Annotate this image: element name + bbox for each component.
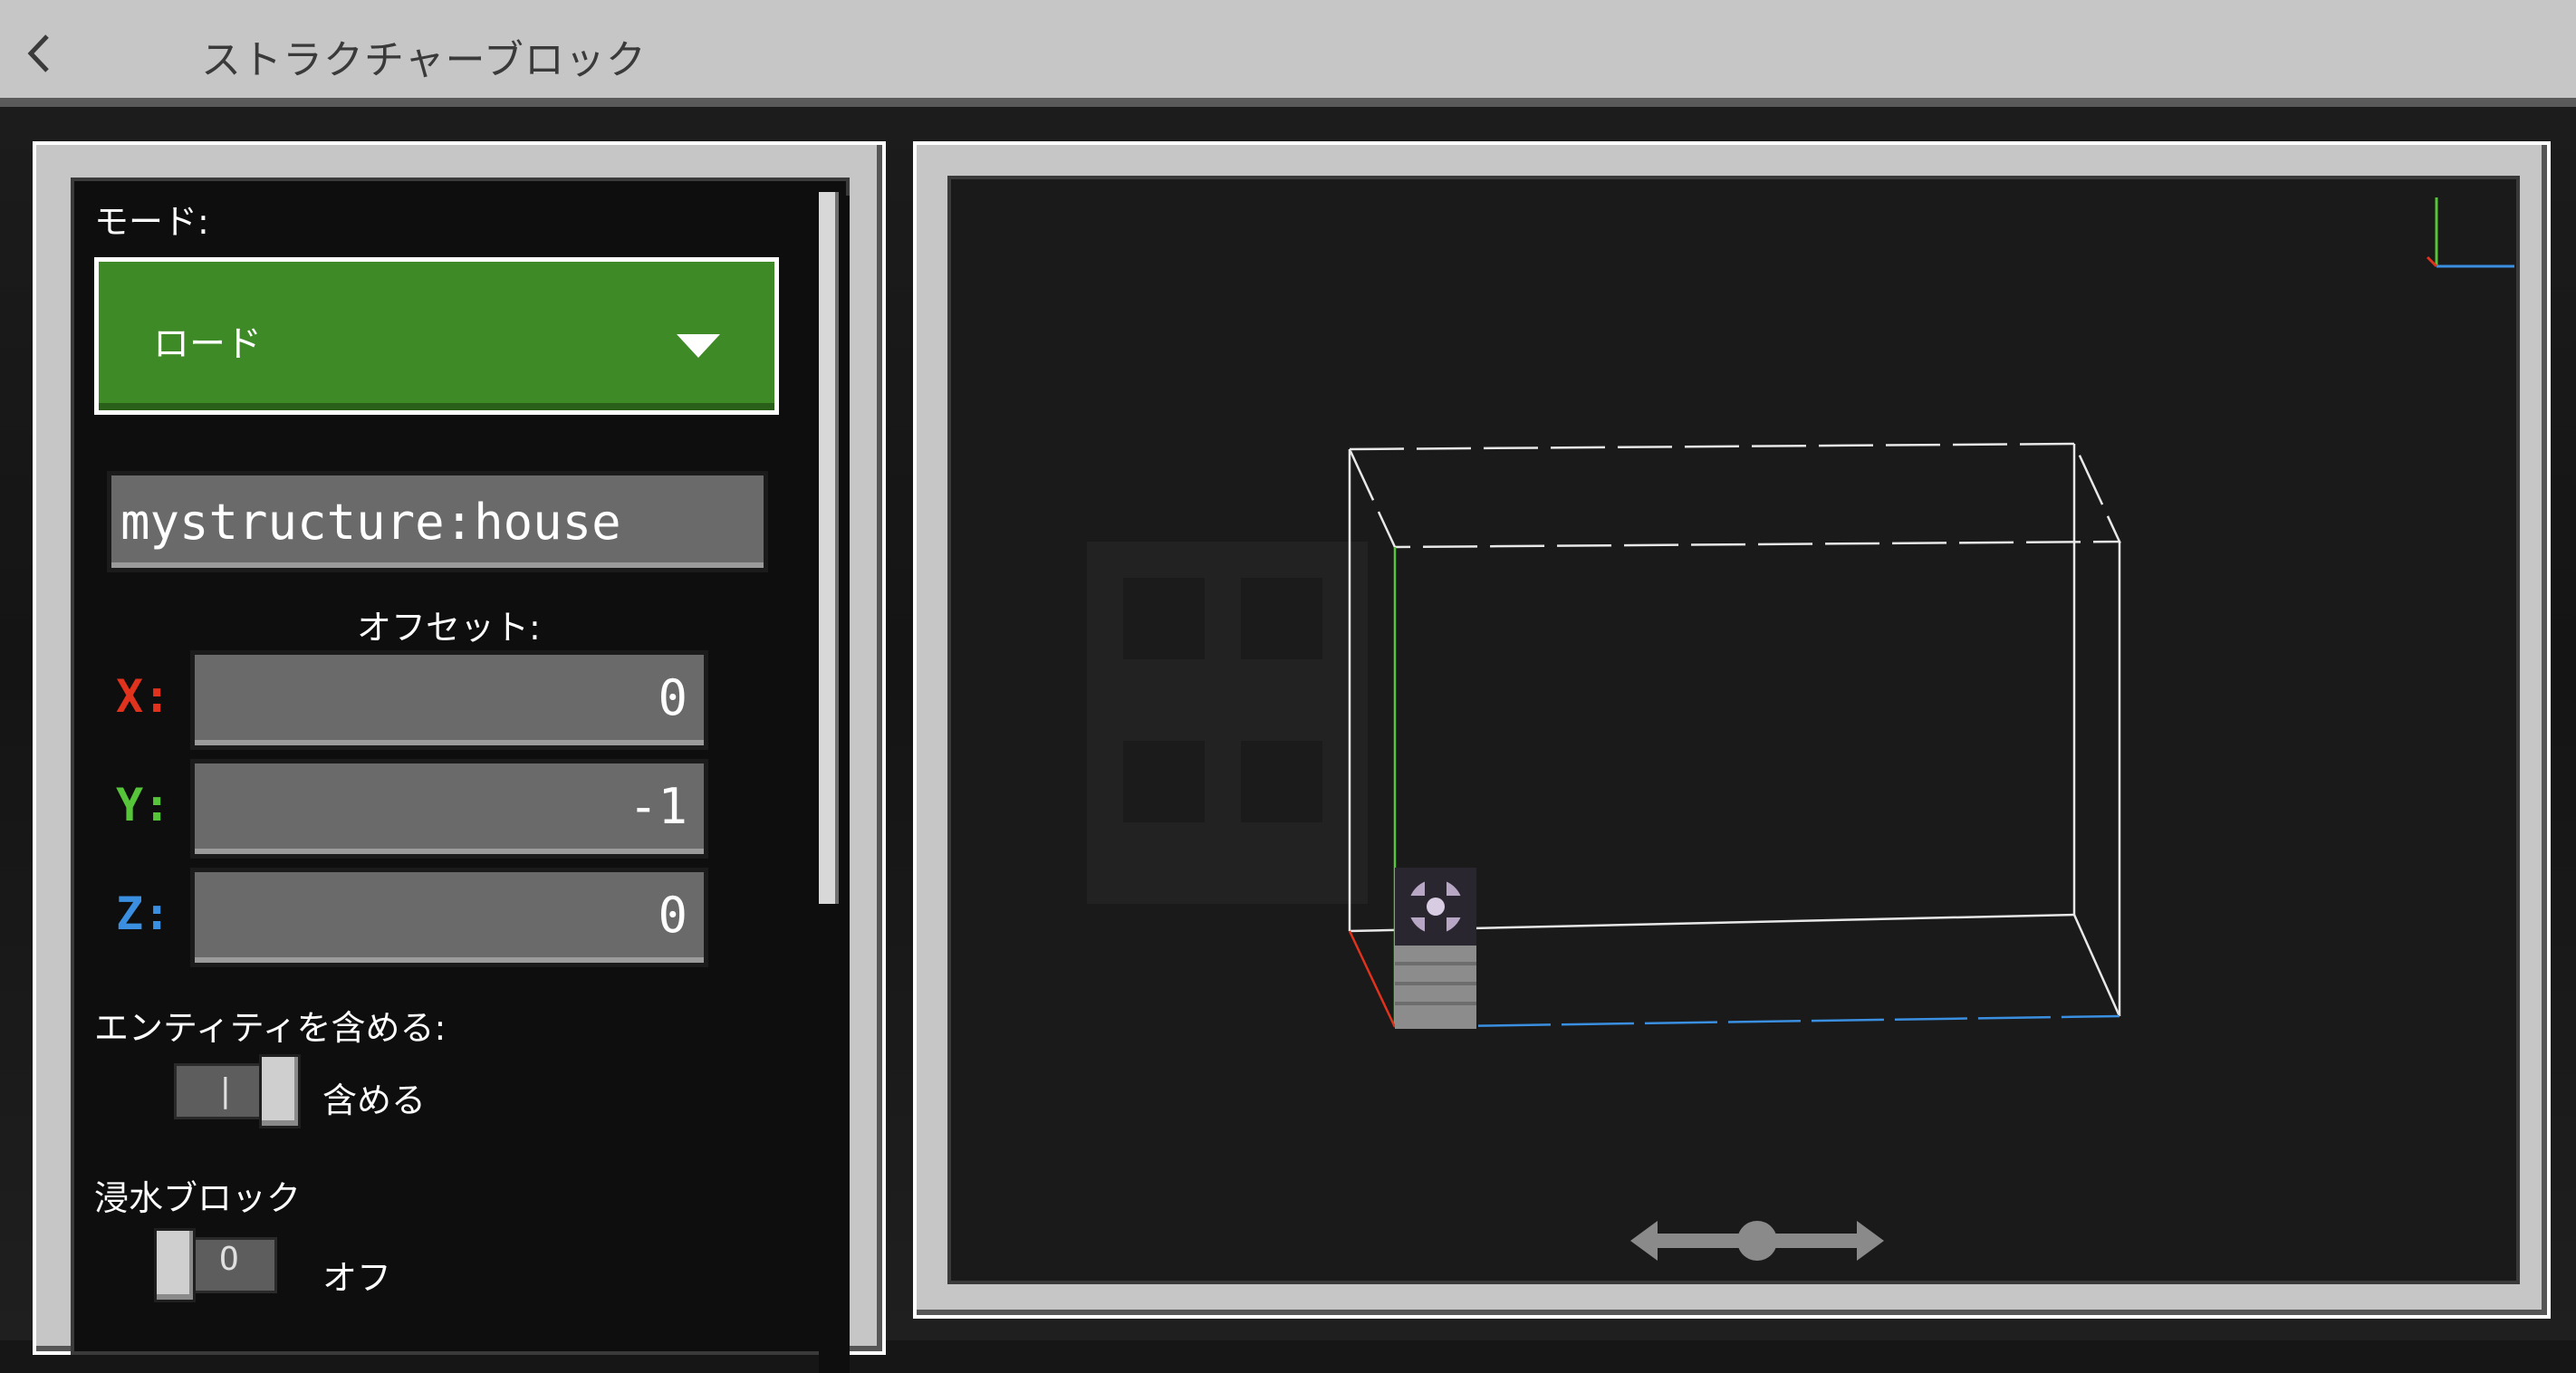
preview-panel [913, 141, 2551, 1319]
stone-block [1395, 946, 1476, 1029]
mode-dropdown-value: ロード [153, 323, 262, 365]
triangle-down-icon [677, 334, 720, 358]
toggle-off-icon: O [219, 1241, 239, 1278]
top-bar: ストラクチャーブロック [0, 0, 2576, 107]
structure-preview-scene [1087, 197, 2514, 1029]
mode-label: モード: [94, 202, 209, 242]
chevron-left-icon[interactable] [22, 31, 58, 76]
structure-name-input[interactable]: mystructure:house [107, 471, 768, 572]
left-right-arrows-icon[interactable] [1630, 1214, 1884, 1268]
offset-x-input[interactable]: 0 [190, 650, 708, 750]
offset-x-label: X: [116, 670, 171, 723]
include-entities-label: エンティティを含める: [94, 1008, 447, 1048]
offset-y-label: Y: [116, 779, 171, 831]
waterlogged-label: 浸水ブロック [94, 1178, 302, 1218]
background-block-detail [1241, 578, 1322, 659]
offset-z-input[interactable]: 0 [190, 868, 708, 967]
scrollbar-thumb[interactable] [819, 192, 839, 904]
include-entities-state: 含める [322, 1080, 427, 1120]
offset-y-input[interactable]: -1 [190, 759, 708, 859]
toggle-knob [259, 1054, 301, 1128]
page-title: ストラクチャーブロック [201, 37, 647, 83]
waterlogged-state: オフ [322, 1258, 392, 1298]
toggle-on-icon: | [216, 1072, 235, 1109]
mode-dropdown[interactable]: ロード [94, 257, 779, 415]
background-block-detail [1123, 578, 1205, 659]
waterlogged-toggle[interactable]: O [154, 1228, 281, 1302]
structure-z-edge [1394, 1014, 2120, 1029]
offset-z-label: Z: [116, 888, 171, 940]
offset-label: オフセット: [357, 608, 541, 648]
structure-preview-viewport[interactable] [947, 176, 2520, 1284]
toggle-knob [154, 1228, 196, 1302]
include-entities-toggle[interactable]: | [174, 1054, 301, 1128]
background-block-detail [1241, 741, 1322, 822]
background-block-detail [1123, 741, 1205, 822]
structure-x-edge [1348, 930, 1397, 1028]
structure-block-model [1395, 868, 1476, 1029]
